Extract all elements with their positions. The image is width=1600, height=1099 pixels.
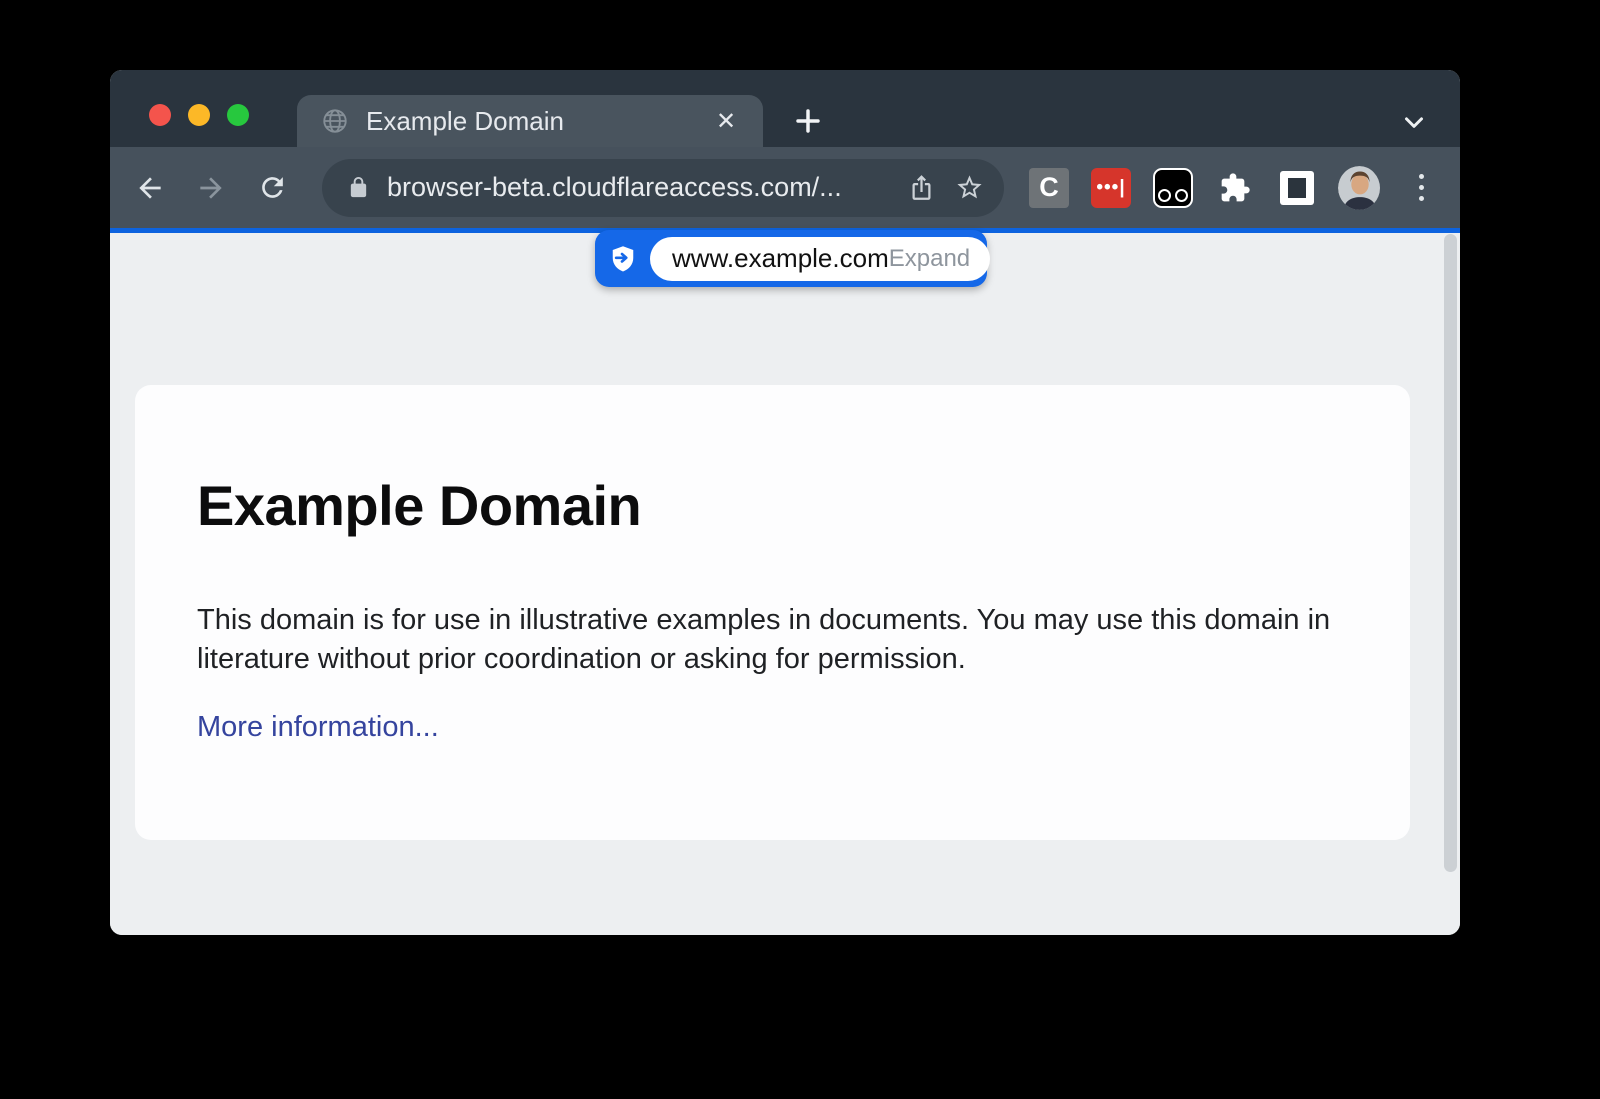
page-viewport: www.example.com Expand Example Domain Th… bbox=[110, 233, 1460, 935]
url-text[interactable]: browser-beta.cloudflareaccess.com/... bbox=[387, 172, 902, 203]
vertical-scrollbar[interactable] bbox=[1444, 234, 1457, 872]
back-arrow-icon bbox=[134, 172, 166, 204]
browser-menu-button[interactable] bbox=[1400, 167, 1442, 209]
more-information-link[interactable]: More information... bbox=[197, 711, 439, 744]
back-button[interactable] bbox=[128, 166, 172, 210]
two-circles-extension-icon bbox=[1153, 168, 1193, 208]
chevron-down-icon bbox=[1399, 107, 1429, 137]
browser-toolbar: browser-beta.cloudflareaccess.com/... C … bbox=[110, 147, 1460, 228]
profile-avatar bbox=[1338, 166, 1380, 210]
tab-title: Example Domain bbox=[366, 106, 709, 137]
forward-arrow-icon bbox=[195, 172, 227, 204]
profile-button[interactable] bbox=[1338, 167, 1380, 209]
bookmark-star-icon bbox=[955, 173, 984, 202]
plus-icon bbox=[792, 105, 824, 137]
minimize-window-button[interactable] bbox=[188, 104, 210, 126]
new-tab-button[interactable] bbox=[786, 99, 830, 143]
extension-c-button[interactable]: C bbox=[1028, 167, 1070, 209]
expand-button[interactable]: Expand bbox=[889, 245, 970, 273]
share-button[interactable] bbox=[902, 168, 941, 207]
reload-icon bbox=[257, 172, 288, 203]
share-icon bbox=[908, 174, 935, 201]
page-paragraph: This domain is for use in illustrative e… bbox=[197, 601, 1352, 678]
extensions-menu-button[interactable] bbox=[1214, 167, 1256, 209]
lock-icon[interactable] bbox=[347, 176, 370, 199]
isolation-indicator-pill[interactable]: www.example.com Expand bbox=[595, 230, 987, 287]
three-dot-menu-icon bbox=[1419, 174, 1424, 201]
globe-favicon-icon bbox=[321, 107, 349, 135]
address-bar[interactable]: browser-beta.cloudflareaccess.com/... bbox=[322, 159, 1004, 217]
zoom-window-button[interactable] bbox=[227, 104, 249, 126]
c-extension-icon: C bbox=[1029, 168, 1069, 208]
isolated-domain-text: www.example.com bbox=[672, 243, 889, 274]
isolation-shield-icon bbox=[608, 244, 638, 274]
bookmark-button[interactable] bbox=[949, 167, 990, 208]
tab-strip: Example Domain ✕ bbox=[110, 70, 1460, 147]
tab-close-icon[interactable]: ✕ bbox=[709, 104, 743, 138]
browser-window: Example Domain ✕ bbox=[110, 70, 1460, 935]
traffic-lights bbox=[149, 104, 249, 126]
isolated-domain-pill[interactable]: www.example.com Expand bbox=[650, 237, 990, 281]
close-window-button[interactable] bbox=[149, 104, 171, 126]
reload-button[interactable] bbox=[250, 166, 294, 210]
side-panel-button[interactable] bbox=[1276, 167, 1318, 209]
tab-search-button[interactable] bbox=[1394, 102, 1434, 142]
extension-lastpass-button[interactable]: •••| bbox=[1090, 167, 1132, 209]
lastpass-icon: •••| bbox=[1091, 168, 1131, 208]
page-title: Example Domain bbox=[197, 473, 641, 538]
side-panel-icon bbox=[1280, 171, 1314, 205]
extension-circles-button[interactable] bbox=[1152, 167, 1194, 209]
forward-button[interactable] bbox=[189, 166, 233, 210]
puzzle-piece-icon bbox=[1219, 172, 1251, 204]
browser-tab[interactable]: Example Domain ✕ bbox=[297, 95, 763, 147]
content-card: Example Domain This domain is for use in… bbox=[135, 385, 1410, 840]
extension-row: C •••| bbox=[1028, 147, 1442, 228]
